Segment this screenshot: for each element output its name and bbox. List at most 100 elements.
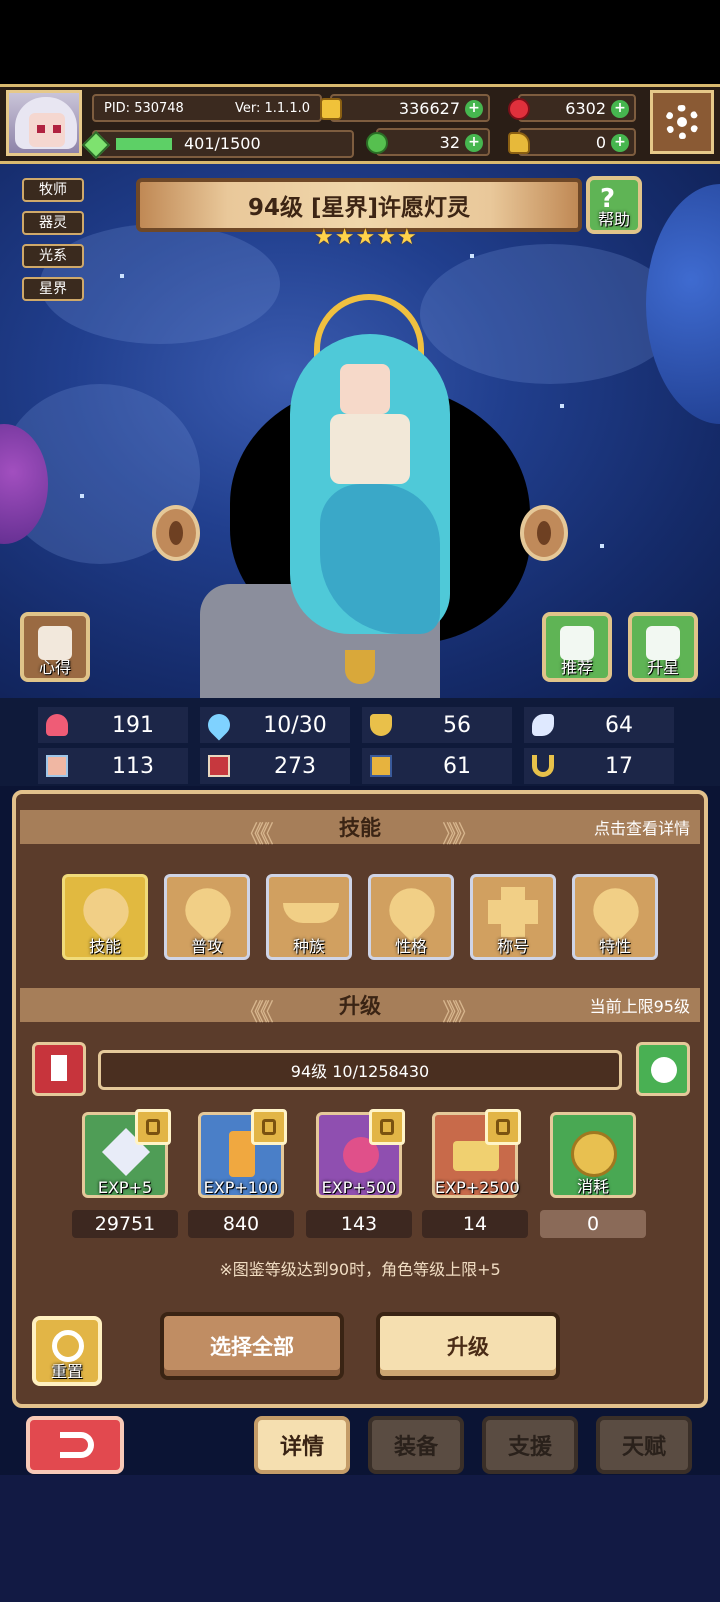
back-button[interactable] — [26, 1416, 124, 1474]
item-quantity: 840 — [188, 1210, 294, 1238]
exp-item-slot[interactable]: EXP+5 — [82, 1109, 171, 1198]
ruby-plus-icon[interactable]: + — [611, 100, 629, 118]
exp-item-slot[interactable]: EXP+500 — [316, 1109, 405, 1198]
gold-ingot-icon — [453, 1141, 499, 1171]
personality-slot[interactable]: 性格 — [368, 874, 454, 960]
item-count-badge — [135, 1109, 171, 1145]
settings-button[interactable] — [650, 90, 714, 154]
shield-icon — [370, 714, 392, 736]
next-hero-button[interactable] — [520, 505, 568, 561]
stat-magic: 273 — [200, 748, 350, 784]
select-all-button[interactable]: 选择全部 — [160, 1312, 344, 1380]
hero-face — [340, 364, 390, 414]
key-counter[interactable]: 0 + — [508, 128, 636, 156]
star-icon: ★ — [396, 225, 417, 250]
clover-plus-icon[interactable]: + — [465, 134, 483, 152]
level-down-button[interactable] — [32, 1042, 86, 1096]
fist-icon — [46, 755, 68, 777]
hero-title: 94级 [星界]许愿灯灵 — [247, 195, 471, 221]
upgrade-button[interactable]: 升级 — [376, 1312, 560, 1380]
star-up-button[interactable]: 升星 — [628, 612, 698, 682]
stat-hp: 191 — [38, 707, 188, 743]
prev-hero-button[interactable] — [152, 505, 200, 561]
boot-icon — [370, 755, 392, 777]
skill-label: 特性 — [598, 937, 631, 956]
stat-value: 113 — [112, 753, 154, 779]
level-cap-note: ※图鉴等级达到90时，角色等级上限+5 — [219, 1260, 501, 1279]
star-sparkle — [600, 544, 604, 548]
player-avatar[interactable] — [6, 90, 82, 156]
tab-support[interactable]: 支援 — [482, 1416, 578, 1474]
star-sparkle — [470, 254, 474, 258]
stat-value: 64 — [605, 712, 633, 738]
item-quantity: 143 — [306, 1210, 412, 1238]
clover-counter[interactable]: 32 + — [366, 128, 490, 156]
download-arrow-icon — [51, 1055, 67, 1081]
chevron-right-icon: 》》》 — [442, 820, 478, 848]
right-arrow-icon — [537, 521, 551, 545]
star-sparkle — [80, 494, 84, 498]
return-arrow-icon — [60, 1432, 94, 1458]
gold-counter[interactable]: 336627 + — [320, 94, 490, 122]
star-icon: ★ — [376, 225, 396, 250]
star-sparkle — [560, 404, 564, 408]
basic-attack-slot[interactable]: 普攻 — [164, 874, 250, 960]
title-slot[interactable]: 称号 — [470, 874, 556, 960]
stat-value: 56 — [443, 712, 471, 738]
stat-mana: 10/30 — [200, 707, 350, 743]
plus-icon — [651, 1057, 677, 1083]
item-count-badge — [251, 1109, 287, 1145]
ruby-value: 6302 — [565, 98, 606, 118]
cross-icon — [488, 900, 538, 924]
skill-label: 称号 — [496, 937, 529, 956]
left-arrow-icon — [169, 521, 183, 545]
trait-slot[interactable]: 特性 — [572, 874, 658, 960]
exp-item-slot[interactable]: EXP+2500 — [432, 1109, 521, 1198]
exp-progress-bar: 94级 10/1258430 — [98, 1050, 622, 1090]
avatar-eye-right — [53, 125, 61, 133]
skills-title: 技能 — [339, 816, 381, 840]
chevron-left-icon: 《《《 — [238, 998, 274, 1026]
cost-slot: 消耗 — [550, 1112, 636, 1198]
skills-hint[interactable]: 点击查看详情 — [594, 815, 690, 839]
chevron-right-icon: 》》》 — [442, 998, 478, 1026]
tab-talent[interactable]: 天赋 — [596, 1416, 692, 1474]
avatar-eye-left — [37, 125, 45, 133]
water-drop-icon — [203, 709, 235, 741]
book-icon — [208, 755, 230, 777]
recommend-button[interactable]: 推荐 — [542, 612, 612, 682]
race-slot[interactable]: 种族 — [266, 874, 352, 960]
stat-attack: 113 — [38, 748, 188, 784]
key-plus-icon[interactable]: + — [611, 134, 629, 152]
cost-label: 消耗 — [576, 1177, 609, 1196]
magnet-icon — [532, 755, 554, 777]
gold-plus-icon[interactable]: + — [465, 100, 483, 118]
star-rating: ★ ★ ★ ★ ★ — [314, 227, 417, 249]
tab-details[interactable]: 详情 — [254, 1416, 350, 1474]
exp-item-label: EXP+2500 — [435, 1178, 520, 1197]
exp-item-slot[interactable]: EXP+100 — [198, 1109, 287, 1198]
insight-button[interactable]: 心得 — [20, 612, 90, 682]
skill-label: 普攻 — [190, 937, 223, 956]
stat-value: 273 — [274, 753, 316, 779]
reset-button[interactable]: 重置 — [32, 1316, 102, 1386]
chevron-left-icon: 《《《 — [238, 820, 274, 848]
status-bar-area — [0, 0, 720, 84]
tag-class: 牧师 — [22, 178, 84, 202]
magic-lamp-icon — [345, 650, 375, 684]
stat-speed: 61 — [362, 748, 512, 784]
gold-coin-icon — [320, 98, 342, 120]
tab-equipment[interactable]: 装备 — [368, 1416, 464, 1474]
hero-sprite[interactable] — [270, 294, 470, 654]
ruby-counter[interactable]: 6302 + — [508, 94, 636, 122]
skill-slot[interactable]: 技能 — [62, 874, 148, 960]
item-quantity: 29751 — [72, 1210, 178, 1238]
add-level-button[interactable] — [636, 1042, 690, 1096]
tag-realm: 星界 — [22, 277, 84, 301]
help-button[interactable]: ? 帮助 — [586, 176, 642, 234]
stamina-bar[interactable]: 401/1500 — [81, 130, 354, 160]
stat-value: 17 — [605, 753, 633, 779]
clover-value: 32 — [439, 132, 460, 152]
game-screen: PID: 530748 Ver: 1.1.1.0 401/1500 336627… — [0, 0, 720, 1602]
gold-coin-icon — [571, 1131, 617, 1177]
